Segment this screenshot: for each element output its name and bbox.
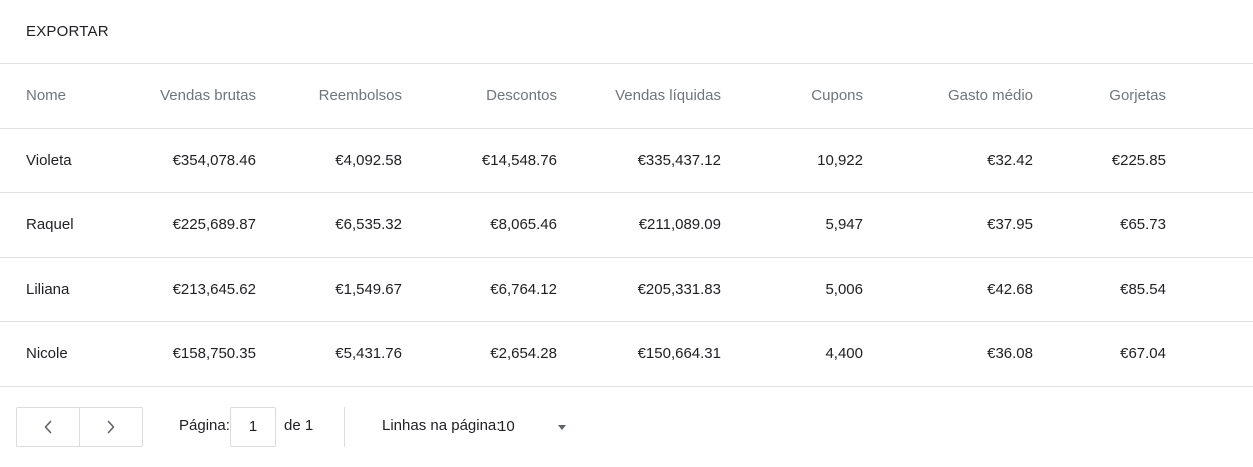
column-header-spacer xyxy=(1166,64,1253,129)
cell-refunds: €5,431.76 xyxy=(256,321,402,387)
cell-spacer xyxy=(1166,257,1253,322)
column-header-avg-spend[interactable]: Gasto médio xyxy=(863,64,1033,129)
cell-spacer xyxy=(1166,321,1253,387)
pagination-divider xyxy=(344,406,345,447)
cell-coupons: 5,947 xyxy=(721,192,863,258)
table-body: Violeta €354,078.46 €4,092.58 €14,548.76… xyxy=(0,128,1253,387)
chevron-left-icon xyxy=(44,420,52,433)
cell-gross-sales: €158,750.35 xyxy=(126,321,256,387)
cell-name: Violeta xyxy=(0,128,126,193)
page-label: Página: xyxy=(179,416,230,434)
cell-net-sales: €150,664.31 xyxy=(557,321,721,387)
cell-tips: €225.85 xyxy=(1033,128,1166,193)
table-row[interactable]: Nicole €158,750.35 €5,431.76 €2,654.28 €… xyxy=(0,321,1253,387)
export-button[interactable]: EXPORTAR xyxy=(26,23,109,40)
table-row[interactable]: Liliana €213,645.62 €1,549.67 €6,764.12 … xyxy=(0,257,1253,322)
cell-refunds: €6,535.32 xyxy=(256,192,402,258)
cell-name: Liliana xyxy=(0,257,126,322)
cell-discounts: €8,065.46 xyxy=(402,192,557,258)
cell-discounts: €14,548.76 xyxy=(402,128,557,193)
page-total-label: de 1 xyxy=(284,416,314,434)
table-row[interactable]: Raquel €225,689.87 €6,535.32 €8,065.46 €… xyxy=(0,192,1253,258)
rows-per-page-select[interactable]: 10 xyxy=(498,411,572,443)
column-header-refunds[interactable]: Reembolsos xyxy=(256,64,402,129)
table-row[interactable]: Violeta €354,078.46 €4,092.58 €14,548.76… xyxy=(0,128,1253,193)
cell-discounts: €6,764.12 xyxy=(402,257,557,322)
cell-name: Nicole xyxy=(0,321,126,387)
cell-avg-spend: €42.68 xyxy=(863,257,1033,322)
cell-gross-sales: €213,645.62 xyxy=(126,257,256,322)
cell-tips: €85.54 xyxy=(1033,257,1166,322)
cell-net-sales: €335,437.12 xyxy=(557,128,721,193)
rows-per-page-value: 10 xyxy=(498,418,515,435)
column-header-tips[interactable]: Gorjetas xyxy=(1033,64,1166,129)
cell-gross-sales: €225,689.87 xyxy=(126,192,256,258)
caret-down-icon xyxy=(558,425,566,430)
page-nav-group xyxy=(16,406,143,447)
chevron-right-icon xyxy=(107,420,115,433)
column-header-discounts[interactable]: Descontos xyxy=(402,64,557,129)
cell-discounts: €2,654.28 xyxy=(402,321,557,387)
cell-spacer xyxy=(1166,192,1253,258)
pagination-bar: Página: de 1 Linhas na página: 10 xyxy=(0,387,1253,467)
column-header-net-sales[interactable]: Vendas líquidas xyxy=(557,64,721,129)
page-number-input[interactable] xyxy=(230,406,276,447)
cell-net-sales: €211,089.09 xyxy=(557,192,721,258)
column-header-gross-sales[interactable]: Vendas brutas xyxy=(126,64,256,129)
toolbar: EXPORTAR xyxy=(0,0,1253,64)
cell-avg-spend: €37.95 xyxy=(863,192,1033,258)
next-page-button[interactable] xyxy=(79,407,142,446)
cell-avg-spend: €36.08 xyxy=(863,321,1033,387)
cell-net-sales: €205,331.83 xyxy=(557,257,721,322)
cell-refunds: €1,549.67 xyxy=(256,257,402,322)
cell-coupons: 4,400 xyxy=(721,321,863,387)
rows-per-page-label: Linhas na página: xyxy=(382,416,501,434)
column-header-coupons[interactable]: Cupons xyxy=(721,64,863,129)
header-row: Nome Vendas brutas Reembolsos Descontos … xyxy=(0,64,1253,129)
table-header: Nome Vendas brutas Reembolsos Descontos … xyxy=(0,64,1253,129)
cell-gross-sales: €354,078.46 xyxy=(126,128,256,193)
cell-coupons: 10,922 xyxy=(721,128,863,193)
column-header-name[interactable]: Nome xyxy=(0,64,126,129)
cell-tips: €65.73 xyxy=(1033,192,1166,258)
cell-name: Raquel xyxy=(0,192,126,258)
cell-spacer xyxy=(1166,128,1253,193)
cell-coupons: 5,006 xyxy=(721,257,863,322)
cell-refunds: €4,092.58 xyxy=(256,128,402,193)
sales-by-employee-panel: EXPORTAR Nome Vendas brutas Reembolsos D… xyxy=(0,0,1253,467)
cell-avg-spend: €32.42 xyxy=(863,128,1033,193)
cell-tips: €67.04 xyxy=(1033,321,1166,387)
previous-page-button[interactable] xyxy=(17,408,79,446)
sales-table: Nome Vendas brutas Reembolsos Descontos … xyxy=(0,64,1253,387)
